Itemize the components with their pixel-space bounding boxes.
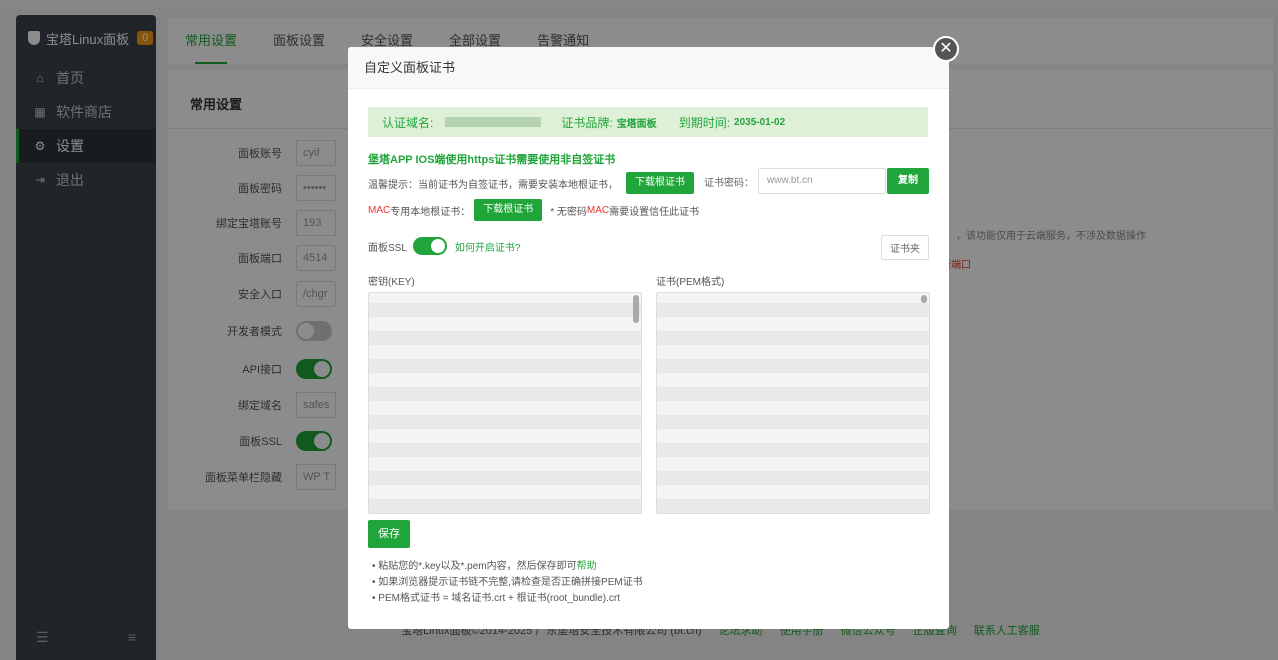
note-text: PEM格式证书 = 域名证书.crt + 根证书(root_bundle).cr… [378, 593, 620, 604]
save-button[interactable]: 保存 [368, 520, 410, 548]
cert-info-bar: 认证域名: 证书品牌: 宝塔面板 到期时间: 2035-01-02 [368, 107, 928, 137]
panel-ssl-toggle[interactable] [412, 237, 447, 255]
brand-label: 证书品牌: [561, 115, 613, 130]
expire-value: 2035-01-02 [734, 116, 786, 128]
copy-button[interactable]: 复制 [887, 168, 929, 194]
ssl-label: 面板SSL [368, 242, 407, 254]
note-text: 粘贴您的*.key以及*.pem内容，然后保存即可 [378, 561, 577, 572]
pem-label: 证书(PEM格式) [656, 277, 725, 288]
mac-prefix: MAC [368, 204, 391, 216]
mac-note-highlight: MAC [586, 204, 610, 216]
key-label: 密钥(KEY) [368, 277, 415, 288]
ssl-help-link[interactable]: 如何开启证书? [455, 239, 521, 254]
close-icon[interactable]: ✕ [933, 36, 959, 62]
scrollbar[interactable] [633, 295, 639, 323]
tip-line: 温馨提示：当前证书为自签证书，需要安装本地根证书， 下载根证书 [368, 171, 694, 195]
download-root-button[interactable]: 下载根证书 [626, 172, 694, 194]
note-item: 如果浏览器提示证书链不完整,请检查是否正确拼接PEM证书 [372, 575, 643, 591]
password-label: 证书密码： [704, 177, 754, 189]
domain-redacted [445, 117, 542, 127]
note-item: PEM格式证书 = 域名证书.crt + 根证书(root_bundle).cr… [372, 591, 643, 607]
mac-line: MAC 专用本地根证书： 下载根证书 * 无密码 MAC 需要设置信任此证书 [368, 199, 699, 221]
key-textarea[interactable] [368, 292, 642, 514]
brand-value: 宝塔面板 [616, 118, 657, 130]
note-text: 如果浏览器提示证书链不完整,请检查是否正确拼接PEM证书 [378, 577, 643, 588]
ios-notice: 堡塔APP IOS端使用https证书需要使用非自签证书 [368, 154, 616, 166]
domain-label: 认证域名: [382, 115, 434, 130]
ssl-line: 面板SSL 如何开启证书? [368, 237, 520, 255]
dialog-title: 自定义面板证书 [348, 47, 949, 89]
cert-folder-button[interactable]: 证书夹 [881, 235, 929, 260]
mac-label: 专用本地根证书： [390, 206, 471, 218]
scrollbar[interactable] [921, 295, 927, 303]
note-item: 粘贴您的*.key以及*.pem内容，然后保存即可帮助 [372, 559, 643, 575]
help-link[interactable]: 帮助 [577, 561, 597, 572]
mac-note: * 无密码 [550, 206, 587, 218]
tip-text: 温馨提示：当前证书为自签证书，需要安装本地根证书， [368, 179, 618, 191]
mac-note-tail: 需要设置信任此证书 [609, 206, 700, 218]
pem-textarea[interactable] [656, 292, 930, 514]
cert-password-box: 证书密码： www.bt.cn 复制 [696, 163, 930, 199]
custom-cert-dialog: 自定义面板证书 认证域名: 证书品牌: 宝塔面板 到期时间: 2035-01-0… [348, 47, 949, 629]
mac-download-button[interactable]: 下载根证书 [474, 199, 543, 221]
help-notes: 粘贴您的*.key以及*.pem内容，然后保存即可帮助 如果浏览器提示证书链不完… [372, 559, 643, 607]
cert-password-input[interactable]: www.bt.cn [758, 168, 886, 194]
expire-label: 到期时间: [678, 115, 731, 130]
